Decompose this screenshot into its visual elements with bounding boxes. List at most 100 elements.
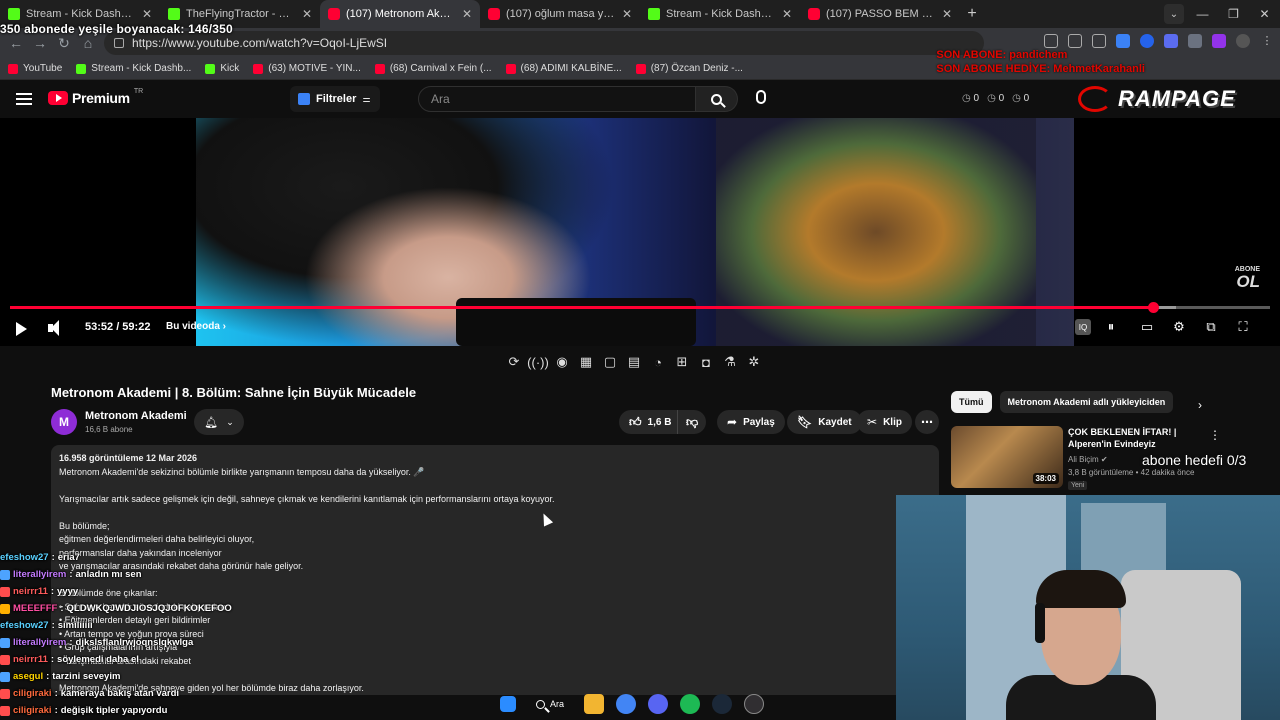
video-thumbnail[interactable]: 38:03 xyxy=(951,426,1063,488)
youtube-premium-logo[interactable]: Premium TR xyxy=(48,88,143,106)
back-icon[interactable]: ← xyxy=(4,35,28,51)
chrome-icon[interactable] xyxy=(616,694,637,714)
share-button[interactable]: ➦ Paylaş xyxy=(717,410,785,434)
close-tab-icon[interactable]: ✕ xyxy=(302,7,312,21)
filters-button[interactable]: Filtreler ⚌ xyxy=(290,86,381,112)
fullscreen-icon[interactable]: ⛶ xyxy=(1235,319,1251,335)
autoplay-toggle[interactable]: ⏸ xyxy=(1103,319,1119,335)
tab-title: (107) Metronom Akademi | 8. B xyxy=(346,8,456,20)
browser-tab[interactable]: (107) PASSO BEM SOLTO (ULTR ✕ xyxy=(800,0,960,28)
home-icon[interactable]: ⌂ xyxy=(76,35,100,51)
speed-icon[interactable]: ◔ xyxy=(650,354,666,370)
voice-search-icon[interactable] xyxy=(756,90,766,104)
taskbar-search[interactable]: Ara xyxy=(528,699,572,709)
gear-icon[interactable]: ✲ xyxy=(746,354,762,370)
extension-icon[interactable] xyxy=(1212,34,1226,48)
bookmark-item[interactable]: (68) Carnival x Fein (... xyxy=(374,63,492,74)
youtube-icon xyxy=(505,63,516,74)
enhancer-icon[interactable]: IQ xyxy=(1075,319,1091,335)
extension-icon[interactable] xyxy=(1116,34,1130,48)
bookmark-star-icon[interactable] xyxy=(1092,34,1106,48)
windows-start-icon[interactable] xyxy=(500,696,516,712)
audio-icon[interactable]: ((·)) xyxy=(527,354,549,370)
dislike-button[interactable]: 👎︎ xyxy=(677,410,707,434)
chat-separator: : xyxy=(50,586,55,597)
video-player[interactable]: ABONE OL 53:52 / 59:22 Bu videoda › IQ ⏸… xyxy=(0,118,1280,346)
cinema-mode-icon[interactable]: ▢ xyxy=(602,354,618,370)
install-app-icon[interactable] xyxy=(1044,34,1058,48)
discord-icon[interactable] xyxy=(648,694,669,714)
add-icon[interactable]: ⊞ xyxy=(674,354,690,370)
miniplayer-icon[interactable]: ⧉ xyxy=(1203,319,1219,335)
rampage-logo-overlay: RAMPAGE xyxy=(1078,84,1263,114)
loop-icon[interactable]: ⟳ xyxy=(506,354,522,370)
tab-search-button[interactable]: ⌄ xyxy=(1164,4,1184,24)
steam-icon[interactable] xyxy=(712,694,733,714)
puzzle-icon[interactable] xyxy=(1164,34,1178,48)
browser-tab[interactable]: (107) oğlum masa yirmibeşin s ✕ xyxy=(480,0,640,28)
bookmark-item[interactable]: YouTube xyxy=(8,63,62,74)
scrubber-handle[interactable] xyxy=(1147,302,1159,313)
bookmark-item[interactable]: (68) ADIMI KALBİNE... xyxy=(505,63,622,74)
close-window-icon[interactable]: ✕ xyxy=(1249,7,1280,21)
film-icon[interactable]: ▦ xyxy=(578,354,594,370)
extension-icon[interactable] xyxy=(1140,34,1154,48)
chat-message: literallyirem: djkslsflanlrwjoqnslqkwlga xyxy=(0,634,420,651)
volume-icon[interactable] xyxy=(48,320,64,336)
reload-icon[interactable]: ↻ xyxy=(52,35,76,52)
obs-icon[interactable] xyxy=(744,694,765,714)
chat-username: MEEEFFF xyxy=(13,603,58,614)
close-tab-icon[interactable]: ✕ xyxy=(942,7,952,21)
close-tab-icon[interactable]: ✕ xyxy=(462,7,472,21)
more-actions-button[interactable]: ⋯ xyxy=(915,410,939,434)
spotify-icon[interactable] xyxy=(680,694,701,714)
flask-icon[interactable]: ⚗ xyxy=(722,354,738,370)
eye-icon[interactable]: ◉ xyxy=(554,354,570,370)
subscribe-watermark[interactable]: ABONE OL xyxy=(1235,266,1260,291)
address-bar[interactable]: https://www.youtube.com/watch?v=OqoI-LjE… xyxy=(104,31,984,55)
file-explorer-icon[interactable] xyxy=(584,694,605,714)
maximize-icon[interactable]: ❐ xyxy=(1218,7,1249,21)
settings-icon[interactable]: ⚙ xyxy=(1171,319,1187,335)
search-input[interactable]: Ara xyxy=(418,86,696,112)
camera-icon[interactable]: ◘ xyxy=(698,354,714,370)
channel-name[interactable]: Metronom Akademi xyxy=(85,410,187,422)
more-vertical-icon[interactable]: ⋮ xyxy=(1209,428,1221,442)
channel-avatar[interactable]: M xyxy=(51,409,77,435)
browser-tab[interactable]: (107) Metronom Akademi | 8. B ✕ xyxy=(320,0,480,28)
subtitles-icon[interactable]: ▭ xyxy=(1139,319,1155,335)
close-tab-icon[interactable]: ✕ xyxy=(782,7,792,21)
browser-tab[interactable]: Stream - Kick Dashboard ✕ xyxy=(640,0,800,28)
bookmark-item[interactable]: (63) MOTIVE - YIN... xyxy=(253,63,361,74)
like-button[interactable]: 👍︎ 1,6 B xyxy=(619,410,684,434)
clip-button[interactable]: ✂ Klip xyxy=(857,410,912,434)
screenshot-strip-icon[interactable]: ▤ xyxy=(626,354,642,370)
new-tab-button[interactable]: + xyxy=(960,0,984,28)
guide-menu-icon[interactable] xyxy=(16,93,32,105)
filter-chip[interactable]: Tümü xyxy=(951,391,992,413)
bookmark-item[interactable]: (87) Özcan Deniz -... xyxy=(635,63,743,74)
profile-avatar[interactable] xyxy=(1236,34,1250,48)
chapter-button[interactable]: Bu videoda › xyxy=(166,321,226,332)
filter-chip[interactable]: Metronom Akademi adlı yükleyiciden xyxy=(999,391,1174,413)
recommended-title[interactable]: ÇOK BEKLENEN İFTAR! | Alperen'in Evindey… xyxy=(1068,426,1218,450)
bookmark-item[interactable]: Kick xyxy=(205,63,239,74)
close-tab-icon[interactable]: ✕ xyxy=(142,7,152,21)
notification-bell-button[interactable]: 🔔︎ ⌄ xyxy=(194,409,244,435)
progress-bar[interactable] xyxy=(10,302,1270,313)
share-icon[interactable] xyxy=(1068,34,1082,48)
time-display: 53:52 / 59:22 xyxy=(85,321,151,333)
site-info-icon[interactable] xyxy=(114,38,124,48)
minimize-icon[interactable]: — xyxy=(1187,7,1218,21)
forward-icon[interactable]: → xyxy=(28,35,52,51)
play-icon[interactable] xyxy=(16,322,27,336)
lab-icon[interactable] xyxy=(1188,34,1202,48)
chevron-right-icon[interactable]: › xyxy=(1198,398,1202,412)
bookmark-item[interactable]: Stream - Kick Dashb... xyxy=(76,63,191,74)
save-button[interactable]: 🔖︎ Kaydet xyxy=(787,410,862,434)
menu-icon[interactable]: ⋮ xyxy=(1260,34,1274,48)
chat-message: efeshow27: similiiiii xyxy=(0,617,420,634)
search-button[interactable] xyxy=(696,86,738,112)
close-tab-icon[interactable]: ✕ xyxy=(622,7,632,21)
